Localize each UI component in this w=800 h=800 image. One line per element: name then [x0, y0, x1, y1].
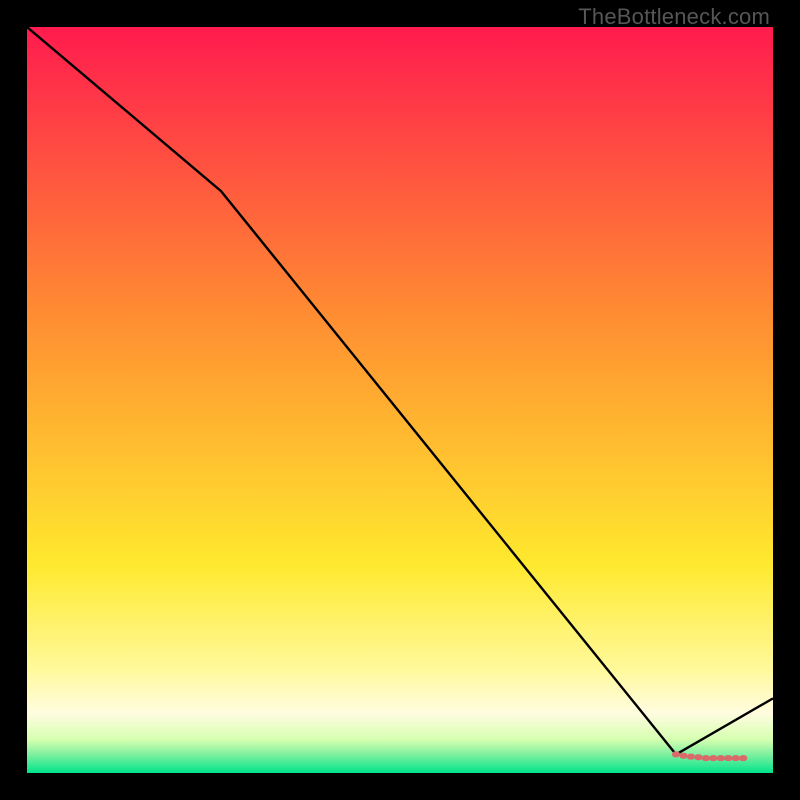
bottom-marker [739, 755, 747, 761]
chart-line [27, 27, 773, 754]
bottom-marker [702, 755, 710, 761]
watermark: TheBottleneck.com [578, 4, 770, 30]
bottom-marker [732, 755, 740, 761]
line-layer [27, 27, 773, 773]
bottom-marker-group [672, 751, 747, 761]
bottom-marker [724, 755, 732, 761]
chart-stage: TheBottleneck.com [0, 0, 800, 800]
bottom-marker [687, 754, 695, 760]
bottom-marker [680, 753, 688, 759]
bottom-marker [709, 755, 717, 761]
bottom-marker [717, 755, 725, 761]
plot-area [27, 27, 773, 773]
bottom-marker [694, 754, 702, 760]
bottom-marker [672, 751, 680, 757]
